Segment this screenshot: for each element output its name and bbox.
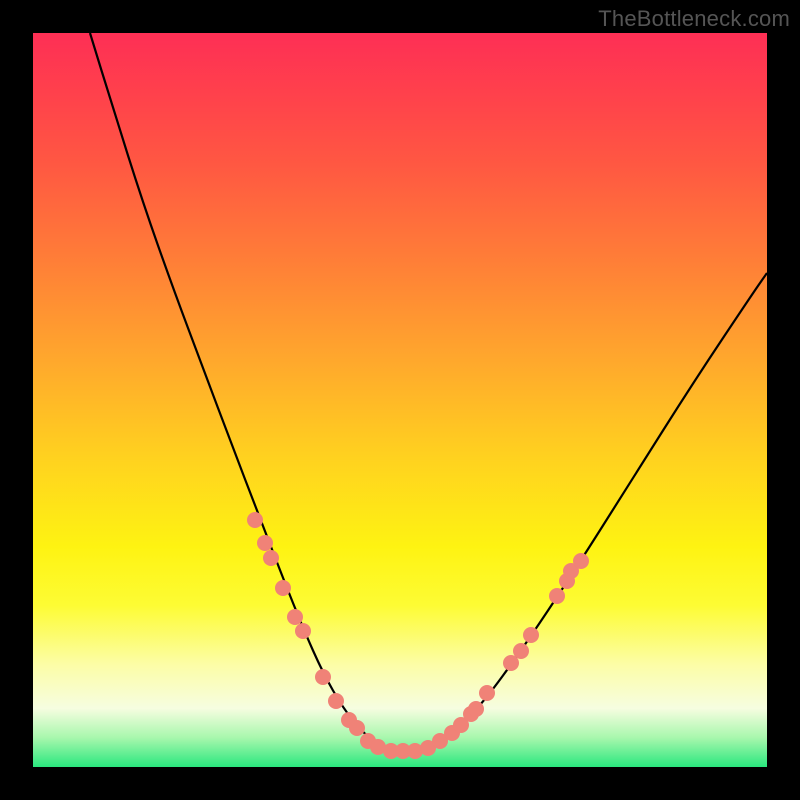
watermark-text: TheBottleneck.com	[598, 6, 790, 32]
chart-stage: TheBottleneck.com	[0, 0, 800, 800]
gradient-background	[33, 33, 767, 767]
